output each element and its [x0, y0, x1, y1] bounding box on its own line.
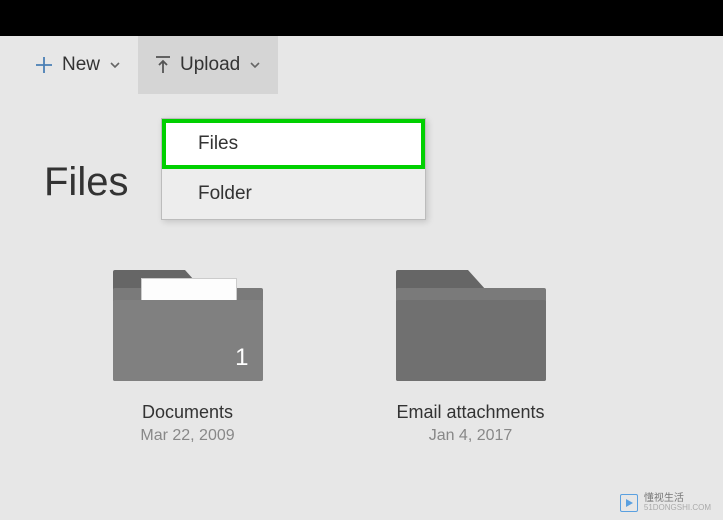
folder-documents[interactable]: 1 Documents Mar 22, 2009: [105, 270, 270, 445]
chevron-down-icon: [108, 58, 122, 72]
folder-icon: [396, 270, 546, 380]
dropdown-item-label: Folder: [198, 183, 252, 204]
upload-icon: [154, 55, 172, 75]
upload-button-label: Upload: [180, 54, 240, 76]
folder-name: Email attachments: [396, 402, 544, 423]
watermark-url: 51DONGSHI.COM: [644, 504, 711, 512]
chevron-down-icon: [248, 58, 262, 72]
folder-date: Mar 22, 2009: [140, 427, 234, 445]
page-title: Files: [44, 160, 128, 205]
new-button[interactable]: New: [18, 36, 138, 94]
new-button-label: New: [62, 54, 100, 76]
folder-email-attachments[interactable]: Email attachments Jan 4, 2017: [388, 270, 553, 445]
watermark-play-icon: [620, 494, 638, 512]
folder-count-badge: 1: [235, 344, 248, 372]
toolbar: New Upload: [0, 36, 723, 94]
watermark: 懂视生活 51DONGSHI.COM: [620, 494, 711, 512]
folder-icon: 1: [113, 270, 263, 380]
dropdown-item-label: Files: [198, 133, 238, 154]
upload-dropdown: Files Folder: [161, 118, 426, 220]
window-titlebar: [0, 0, 723, 36]
dropdown-item-files[interactable]: Files: [162, 119, 425, 169]
folder-date: Jan 4, 2017: [429, 427, 513, 445]
plus-icon: [34, 55, 54, 75]
dropdown-item-folder[interactable]: Folder: [162, 169, 425, 219]
upload-button[interactable]: Upload: [138, 36, 278, 94]
folder-grid: 1 Documents Mar 22, 2009 Email attachmen…: [0, 270, 723, 445]
folder-name: Documents: [142, 402, 233, 423]
